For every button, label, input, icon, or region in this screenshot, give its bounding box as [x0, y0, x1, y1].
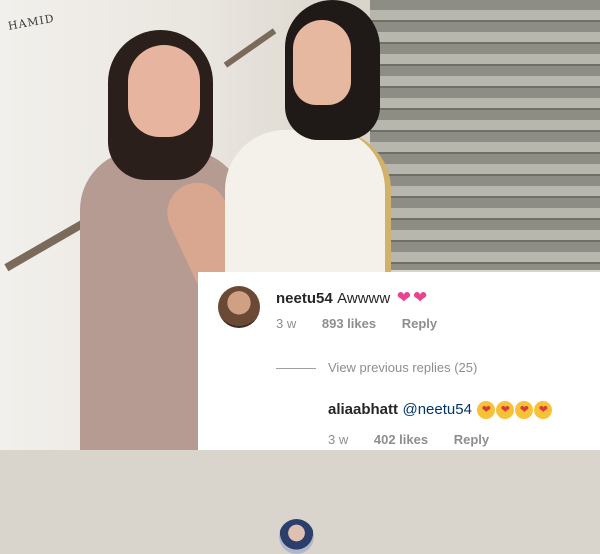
comments-panel: neetu54 Awwww ❤ ❤ 3 w 893 likes Reply Vie…	[198, 272, 600, 554]
woman-left-face	[128, 45, 200, 137]
stair-step	[370, 120, 600, 132]
reply-button[interactable]: Reply	[454, 432, 489, 447]
stair-step	[370, 76, 600, 88]
stair-step	[370, 10, 600, 22]
heart-icon: ❤	[396, 288, 411, 307]
timestamp: 3 w	[328, 432, 349, 447]
comment-meta: 3 w 402 likes Reply	[328, 432, 511, 447]
woman-right-face	[293, 20, 351, 105]
timestamp: 3 w	[276, 316, 297, 331]
kiss-face-icon: ❤	[515, 401, 534, 419]
comment-line: neetu54 Awwww ❤ ❤	[276, 288, 427, 308]
comment-line: aliaabhatt @neetu54 ❤ ❤ ❤ ❤	[328, 401, 553, 419]
comment-meta: 3 w 893 likes Reply	[276, 316, 459, 331]
stair-step	[370, 32, 600, 44]
stair-step	[370, 98, 600, 110]
view-replies-label: View previous replies (25)	[328, 360, 478, 375]
stair-step	[370, 252, 600, 264]
username[interactable]: neetu54	[276, 290, 333, 307]
kiss-face-icon: ❤	[496, 401, 515, 419]
stair-step	[370, 230, 600, 242]
username[interactable]: aliaabhatt	[328, 401, 398, 418]
divider	[276, 368, 316, 370]
reply-button[interactable]: Reply	[402, 316, 437, 331]
comment-item: neetu54 Awwww ❤ ❤ 3 w 893 likes Reply	[198, 272, 600, 344]
mention-link[interactable]: @neetu54	[402, 401, 471, 418]
stair-step	[370, 54, 600, 66]
kiss-face-icon: ❤	[534, 401, 553, 419]
comment-text: Awwww	[337, 290, 391, 307]
likes-count[interactable]: 893 likes	[322, 316, 376, 331]
avatar[interactable]	[218, 286, 260, 328]
view-replies-link[interactable]: View previous replies (25)	[276, 360, 477, 375]
stair-step	[370, 208, 600, 220]
avatar[interactable]	[279, 519, 314, 554]
likes-count[interactable]: 402 likes	[374, 432, 428, 447]
stair-step	[370, 142, 600, 154]
kiss-face-icon: ❤	[477, 401, 496, 419]
staircase	[370, 0, 600, 270]
stair-step	[370, 164, 600, 176]
heart-icon: ❤	[412, 288, 428, 307]
stair-step	[370, 186, 600, 198]
